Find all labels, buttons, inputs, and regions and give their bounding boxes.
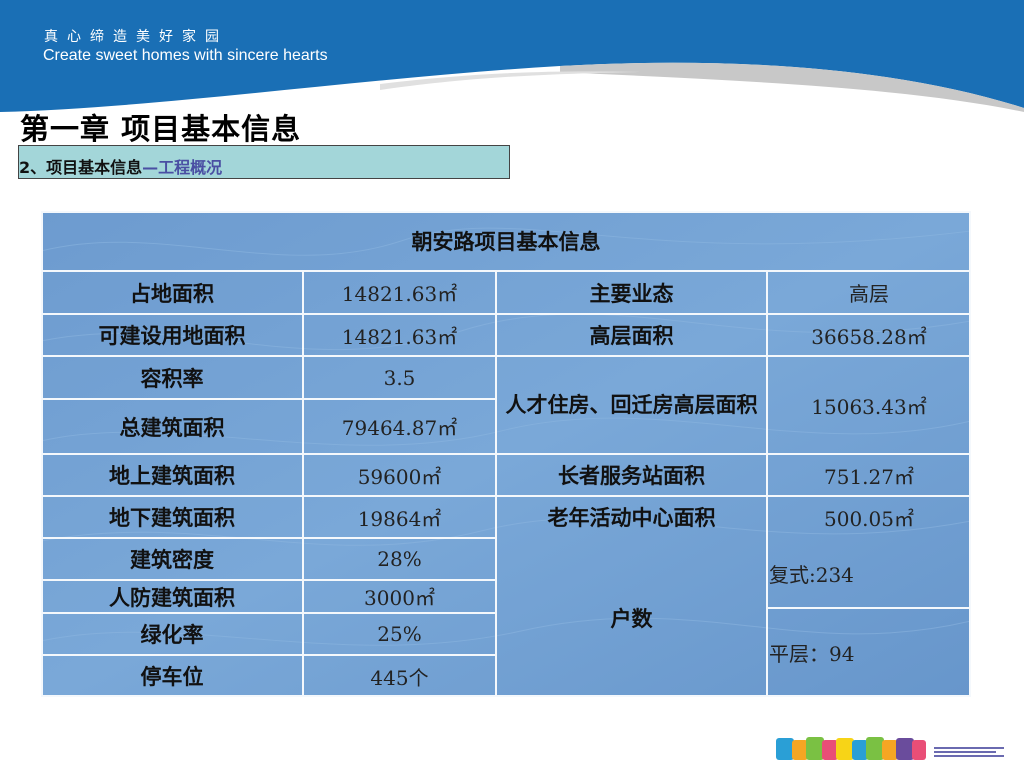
- label-parking-spaces: 停车位: [140, 665, 204, 689]
- section-heading-main: 2、项目基本信息: [19, 158, 143, 177]
- label-plot-ratio: 容积率: [140, 366, 204, 391]
- value-above-ground-area: 59600㎡: [357, 464, 442, 489]
- label-total-floor-area: 总建筑面积: [119, 415, 225, 440]
- section-heading-sub: —工程概况: [142, 158, 223, 177]
- label-senior-center-area: 老年活动中心面积: [547, 506, 716, 530]
- value-senior-center-area: 500.05㎡: [824, 506, 914, 531]
- value-households-flat: 平层：94: [769, 642, 855, 666]
- value-civil-defense-area: 3000㎡: [364, 586, 435, 610]
- label-highrise-area: 高层面积: [589, 324, 674, 348]
- brand-logo: [776, 737, 1004, 760]
- value-building-density: 28%: [377, 547, 422, 571]
- chapter-title: 第一章 项目基本信息: [20, 112, 302, 146]
- label-above-ground-area: 地上建筑面积: [109, 464, 235, 488]
- value-talent-housing-area: 15063.43㎡: [811, 394, 927, 419]
- section-heading: 2、项目基本信息—工程概况: [18, 145, 510, 179]
- value-total-floor-area: 79464.87㎡: [341, 416, 458, 440]
- project-info-table: 朝安路项目基本信息 占地面积 14821.63㎡ 可建设用地面积 14821.6…: [41, 211, 971, 697]
- value-land-area: 14821.63㎡: [341, 282, 458, 306]
- value-households-duplex: 复式:234: [769, 562, 854, 587]
- table-title: 朝安路项目基本信息: [411, 230, 601, 254]
- slogan-chinese: 真心缔造美好家园: [44, 29, 228, 45]
- slogan-english: Create sweet homes with sincere hearts: [43, 47, 328, 64]
- value-parking-spaces: 445个: [370, 665, 429, 690]
- value-underground-area: 19864㎡: [357, 506, 442, 531]
- label-senior-station-area: 长者服务站面积: [558, 464, 705, 488]
- value-greening-rate: 25%: [377, 622, 422, 646]
- value-plot-ratio: 3.5: [383, 365, 416, 390]
- label-main-format: 主要业态: [589, 281, 674, 306]
- value-senior-station-area: 751.27㎡: [824, 464, 914, 489]
- label-civil-defense-area: 人防建筑面积: [109, 585, 235, 610]
- label-households: 户数: [610, 606, 653, 631]
- value-highrise-area: 36658.28㎡: [811, 324, 927, 349]
- label-building-density: 建筑密度: [130, 548, 214, 572]
- value-buildable-area: 14821.63㎡: [341, 324, 458, 349]
- label-land-area: 占地面积: [130, 281, 214, 306]
- label-buildable-area: 可建设用地面积: [98, 324, 246, 348]
- label-talent-housing-area: 人才住房、回迁房高层面积: [505, 393, 758, 417]
- label-underground-area: 地下建筑面积: [109, 506, 235, 530]
- value-main-format: 高层: [849, 282, 889, 306]
- label-greening-rate: 绿化率: [140, 623, 204, 647]
